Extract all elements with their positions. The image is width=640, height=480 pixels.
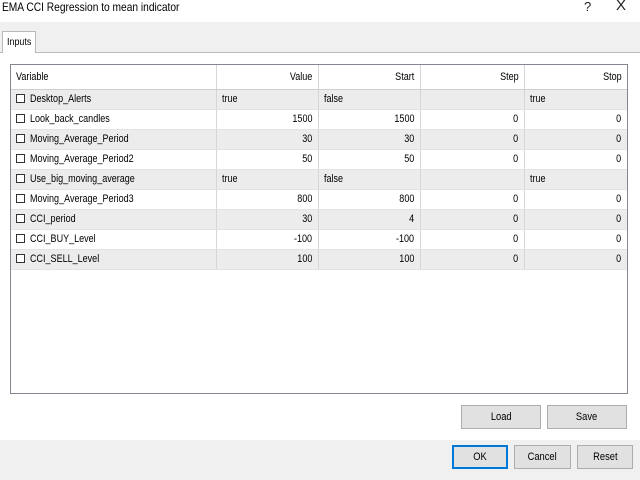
load-button[interactable]: Load bbox=[461, 405, 541, 429]
column-header-step[interactable]: Step bbox=[420, 65, 525, 90]
variable-cell[interactable]: Moving_Average_Period2 bbox=[11, 149, 217, 170]
table-row[interactable]: Moving_Average_Period 30 30 0 0 bbox=[11, 129, 627, 150]
table-row[interactable]: Desktop_Alerts true false true bbox=[11, 89, 627, 110]
table-row[interactable]: CCI_period 30 4 0 0 bbox=[11, 209, 627, 230]
stop-cell[interactable]: 0 bbox=[524, 249, 627, 270]
variable-cell[interactable]: Moving_Average_Period bbox=[11, 129, 217, 150]
start-cell[interactable]: 800 bbox=[318, 189, 421, 210]
table-row[interactable]: Look_back_candles 1500 1500 0 0 bbox=[11, 109, 627, 130]
optimize-checkbox[interactable] bbox=[16, 114, 25, 123]
variable-cell[interactable]: Look_back_candles bbox=[11, 109, 217, 130]
step-cell[interactable]: 0 bbox=[420, 109, 525, 130]
optimize-checkbox[interactable] bbox=[16, 154, 25, 163]
start-cell[interactable]: 50 bbox=[318, 149, 421, 170]
empty-row bbox=[11, 309, 627, 329]
start-cell[interactable]: 100 bbox=[318, 249, 421, 270]
start-cell[interactable]: 30 bbox=[318, 129, 421, 150]
cancel-button[interactable]: Cancel bbox=[514, 445, 571, 469]
column-header-start[interactable]: Start bbox=[318, 65, 421, 90]
variable-name: Moving_Average_Period2 bbox=[30, 153, 134, 165]
value-cell[interactable]: 30 bbox=[216, 129, 319, 150]
start-cell[interactable]: false bbox=[318, 89, 421, 110]
value-cell[interactable]: -100 bbox=[216, 229, 319, 250]
variable-cell[interactable]: Use_big_moving_average bbox=[11, 169, 217, 190]
parameters-table: Variable Value Start Step Stop Desktop_A… bbox=[11, 65, 627, 349]
column-header-value[interactable]: Value bbox=[216, 65, 319, 90]
ok-button[interactable]: OK bbox=[452, 445, 508, 469]
tab-inputs[interactable]: Inputs bbox=[2, 31, 36, 53]
start-cell[interactable]: -100 bbox=[318, 229, 421, 250]
table-row[interactable]: Moving_Average_Period2 50 50 0 0 bbox=[11, 149, 627, 170]
title-bar: EMA CCI Regression to mean indicator ? X bbox=[0, 0, 640, 22]
empty-row bbox=[11, 329, 627, 349]
variable-name: CCI_SELL_Level bbox=[30, 253, 100, 265]
empty-row bbox=[11, 289, 627, 309]
stop-cell[interactable]: 0 bbox=[524, 129, 627, 150]
variable-name: Look_back_candles bbox=[30, 113, 110, 125]
empty-row bbox=[11, 269, 627, 289]
start-cell[interactable]: false bbox=[318, 169, 421, 190]
value-cell[interactable]: 100 bbox=[216, 249, 319, 270]
table-row[interactable]: Moving_Average_Period3 800 800 0 0 bbox=[11, 189, 627, 210]
start-cell[interactable]: 4 bbox=[318, 209, 421, 230]
save-button[interactable]: Save bbox=[547, 405, 627, 429]
step-cell[interactable] bbox=[420, 89, 525, 110]
stop-cell[interactable]: 0 bbox=[524, 209, 627, 230]
step-cell[interactable]: 0 bbox=[420, 129, 525, 150]
table-row[interactable]: Use_big_moving_average true false true bbox=[11, 169, 627, 190]
help-icon[interactable]: ? bbox=[584, 0, 591, 15]
step-cell[interactable]: 0 bbox=[420, 149, 525, 170]
variable-name: Desktop_Alerts bbox=[30, 93, 92, 105]
step-cell[interactable] bbox=[420, 169, 525, 190]
optimize-checkbox[interactable] bbox=[16, 214, 25, 223]
table-row[interactable]: CCI_BUY_Level -100 -100 0 0 bbox=[11, 229, 627, 250]
optimize-checkbox[interactable] bbox=[16, 234, 25, 243]
optimize-checkbox[interactable] bbox=[16, 174, 25, 183]
stop-cell[interactable]: true bbox=[524, 89, 627, 110]
column-header-stop[interactable]: Stop bbox=[524, 65, 627, 90]
table-row[interactable]: CCI_SELL_Level 100 100 0 0 bbox=[11, 249, 627, 270]
window-title: EMA CCI Regression to mean indicator bbox=[2, 0, 180, 14]
optimize-checkbox[interactable] bbox=[16, 254, 25, 263]
tab-inputs-label: Inputs bbox=[7, 36, 32, 48]
variable-cell[interactable]: CCI_BUY_Level bbox=[11, 229, 217, 250]
variable-name: Moving_Average_Period bbox=[30, 133, 129, 145]
variable-name: Moving_Average_Period3 bbox=[30, 193, 134, 205]
stop-cell[interactable]: 0 bbox=[524, 189, 627, 210]
stop-cell[interactable]: true bbox=[524, 169, 627, 190]
column-header-variable[interactable]: Variable bbox=[11, 65, 217, 90]
step-cell[interactable]: 0 bbox=[420, 229, 525, 250]
value-cell[interactable]: true bbox=[216, 89, 319, 110]
variable-cell[interactable]: CCI_SELL_Level bbox=[11, 249, 217, 270]
step-cell[interactable]: 0 bbox=[420, 249, 525, 270]
step-cell[interactable]: 0 bbox=[420, 209, 525, 230]
value-cell[interactable]: 800 bbox=[216, 189, 319, 210]
variable-name: CCI_period bbox=[30, 213, 76, 225]
stop-cell[interactable]: 0 bbox=[524, 109, 627, 130]
start-cell[interactable]: 1500 bbox=[318, 109, 421, 130]
reset-button[interactable]: Reset bbox=[577, 445, 633, 469]
variable-cell[interactable]: Moving_Average_Period3 bbox=[11, 189, 217, 210]
value-cell[interactable]: 1500 bbox=[216, 109, 319, 130]
table-header-row: Variable Value Start Step Stop bbox=[11, 65, 627, 90]
parameters-grid: Variable Value Start Step Stop Desktop_A… bbox=[10, 64, 628, 394]
variable-cell[interactable]: Desktop_Alerts bbox=[11, 89, 217, 110]
value-cell[interactable]: 30 bbox=[216, 209, 319, 230]
variable-name: Use_big_moving_average bbox=[30, 173, 135, 185]
optimize-checkbox[interactable] bbox=[16, 194, 25, 203]
stop-cell[interactable]: 0 bbox=[524, 149, 627, 170]
optimize-checkbox[interactable] bbox=[16, 134, 25, 143]
value-cell[interactable]: true bbox=[216, 169, 319, 190]
variable-name: CCI_BUY_Level bbox=[30, 233, 96, 245]
optimize-checkbox[interactable] bbox=[16, 94, 25, 103]
value-cell[interactable]: 50 bbox=[216, 149, 319, 170]
close-icon[interactable]: X bbox=[616, 0, 626, 14]
step-cell[interactable]: 0 bbox=[420, 189, 525, 210]
variable-cell[interactable]: CCI_period bbox=[11, 209, 217, 230]
stop-cell[interactable]: 0 bbox=[524, 229, 627, 250]
